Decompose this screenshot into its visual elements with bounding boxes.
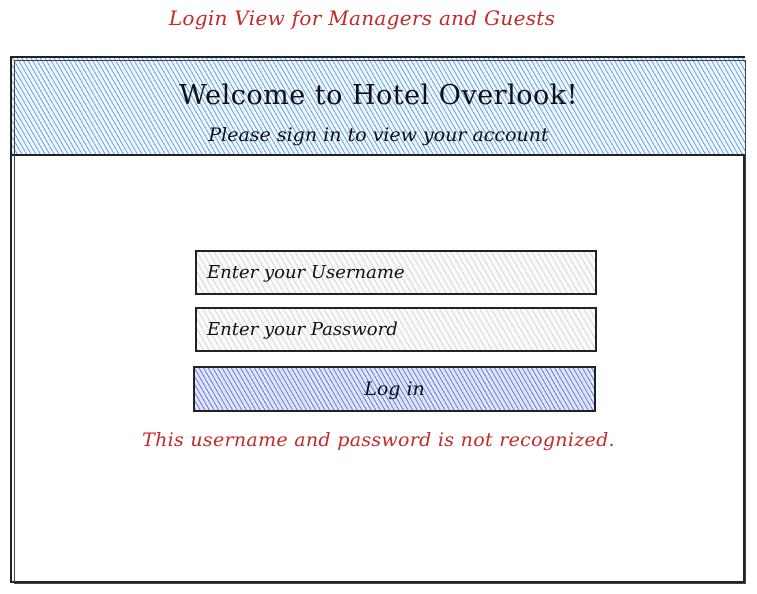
login-error-message: This username and password is not recogn… (142, 429, 615, 451)
username-input[interactable]: Enter your Username (195, 250, 597, 295)
login-button[interactable]: Log in (193, 366, 596, 412)
wireframe-annotation: Login View for Managers and Guests (168, 6, 556, 30)
password-input[interactable]: Enter your Password (195, 307, 597, 352)
page-title: Welcome to Hotel Overlook! (179, 80, 578, 111)
login-window: Welcome to Hotel Overlook! Please sign i… (10, 56, 746, 584)
page-subtitle: Please sign in to view your account (208, 124, 549, 146)
welcome-header: Welcome to Hotel Overlook! Please sign i… (12, 58, 745, 156)
